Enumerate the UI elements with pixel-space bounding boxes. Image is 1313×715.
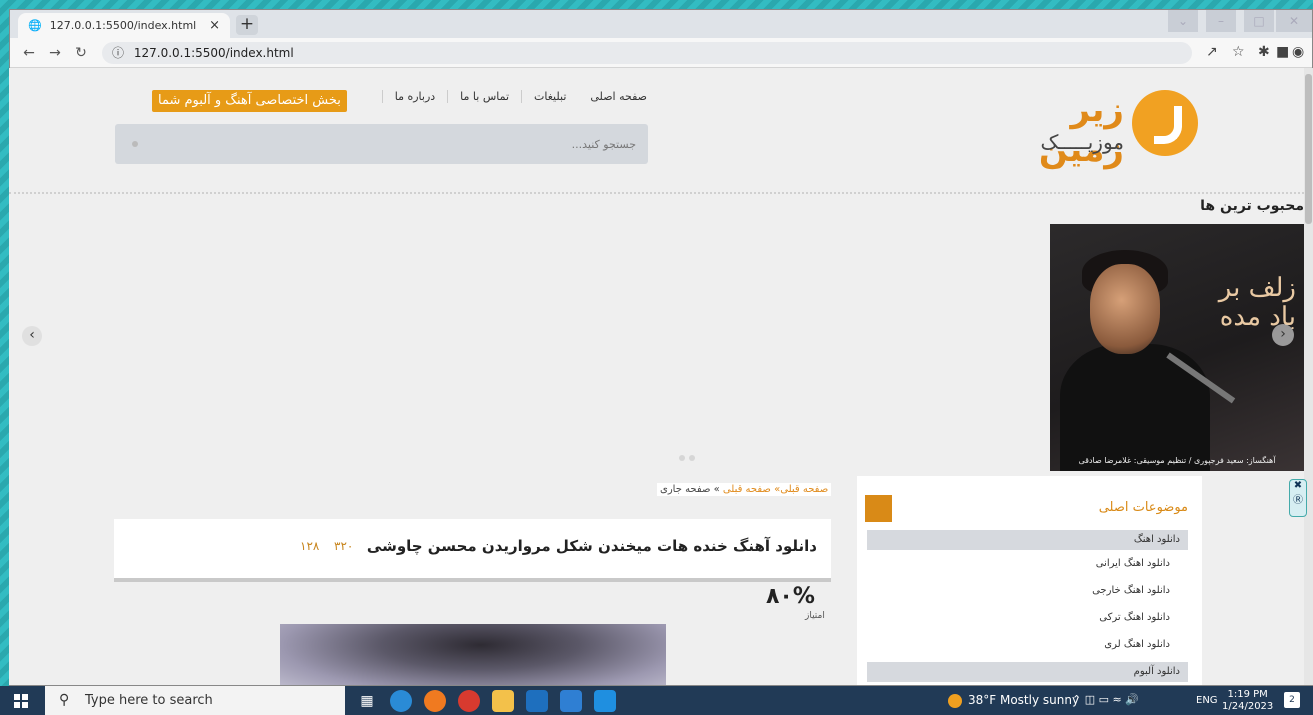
browser-tab[interactable]: 🌐 127.0.0.1:5500/index.html × [18, 13, 230, 38]
post-title[interactable]: دانلود آهنگ خنده هات میخندن شکل مرواریدن… [367, 537, 817, 555]
sidebar-title: موضوعات اصلی [1098, 500, 1188, 515]
profile-avatar-icon[interactable]: ◉ [1292, 44, 1304, 60]
file-explorer-icon[interactable] [492, 690, 514, 712]
slider-dot[interactable] [689, 455, 695, 461]
search-loading-dot [132, 141, 138, 147]
url-text: 127.0.0.1:5500/index.html [133, 46, 294, 60]
task-view-icon[interactable]: ▦ [356, 690, 378, 712]
back-arrow-icon[interactable]: ← [16, 45, 42, 61]
windows-start-icon[interactable] [14, 694, 28, 708]
maximize-button[interactable]: □ [1244, 10, 1274, 32]
breadcrumb-link-1[interactable]: صفحه قبلی» [774, 484, 828, 495]
sidebar-category[interactable]: دانلود آلبوم [867, 662, 1188, 682]
album-caption: آهنگساز: سعید فرجپوری / تنظیم موسیقی: غل… [1078, 456, 1276, 465]
notification-icon[interactable]: 2 [1284, 692, 1300, 708]
sidebar-category[interactable]: دانلود اهنگ [867, 530, 1188, 550]
clock[interactable]: 1:19 PM 1/24/2023 [1222, 689, 1273, 713]
firefox-icon[interactable] [424, 690, 446, 712]
sidebar-panel-icon[interactable]: ■ [1276, 44, 1289, 60]
language-indicator[interactable]: ENG [1196, 695, 1218, 706]
chrome-icon[interactable] [458, 690, 480, 712]
post-views: ۳۲۰ [334, 539, 354, 553]
sidebar-item[interactable]: دانلود اهنگ ایرانی [1096, 558, 1170, 569]
taskbar-search-placeholder: Type here to search [85, 693, 213, 708]
title-bar: 🌐 127.0.0.1:5500/index.html × + ⌄ – □ ✕ [10, 10, 1312, 38]
categories-sidebar: موضوعات اصلی دانلود اهنگ دانلود اهنگ ایر… [857, 476, 1202, 685]
reload-icon[interactable]: ↻ [68, 45, 94, 61]
store-icon[interactable] [526, 690, 548, 712]
post-cover-image[interactable] [280, 624, 666, 685]
minimize-button[interactable]: – [1206, 10, 1236, 32]
bookmark-star-icon[interactable]: ☆ [1232, 44, 1245, 60]
sidebar-accent-square [865, 495, 892, 522]
breadcrumb-link-2[interactable]: صفحه قبلی [723, 484, 771, 495]
weather-text: 38°F Mostly sunny [968, 693, 1080, 707]
clock-date: 1/24/2023 [1222, 701, 1274, 712]
weather-widget[interactable]: 38°F Mostly sunny [948, 693, 1079, 708]
breadcrumb: صفحه قبلی» صفحه قبلی » صفحه جاری [657, 483, 832, 496]
sun-icon [948, 693, 962, 708]
vscode-icon[interactable] [594, 690, 616, 712]
site-header: زیر زمین موزیـــــک صفحه اصلی تبلیغات تم… [9, 68, 1304, 194]
menu-kebab-icon[interactable]: ⋮ [1308, 44, 1313, 60]
post-comments: ۱۲۸ [300, 539, 320, 553]
featured-section-title: محبوب ترین ها [1200, 198, 1304, 214]
breadcrumb-current: » صفحه جاری [660, 484, 720, 495]
web-page: زیر زمین موزیـــــک صفحه اصلی تبلیغات تم… [9, 68, 1304, 685]
upload-cta-button[interactable]: بخش اختصاصی آهنگ و آلبوم شما [152, 90, 347, 112]
mail-icon[interactable] [560, 690, 582, 712]
search-icon: ⚲ [59, 692, 70, 708]
edge-icon[interactable] [390, 690, 412, 712]
taskbar-search[interactable]: ⚲ Type here to search [45, 686, 345, 715]
url-input[interactable]: ⓘ 127.0.0.1:5500/index.html [102, 42, 1192, 64]
extension-badge-icon[interactable]: ✖ Ⓡ [1289, 479, 1307, 517]
singer-face [1090, 264, 1160, 354]
address-bar-row: ← → ↻ ⓘ 127.0.0.1:5500/index.html ↗ ☆ ✱ … [10, 38, 1313, 68]
globe-icon: 🌐 [28, 19, 42, 32]
tab-title: 127.0.0.1:5500/index.html [49, 19, 197, 32]
taskbar: ⚲ Type here to search ▦ 38°F Mostly sunn… [0, 686, 1313, 715]
clock-time: 1:19 PM [1227, 689, 1268, 700]
tab-close-button[interactable]: × [209, 18, 220, 33]
extensions-puzzle-icon[interactable]: ✱ [1258, 44, 1270, 60]
new-tab-button[interactable]: + [236, 15, 258, 35]
sidebar-item[interactable]: دانلود اهنگ ترکی [1099, 612, 1170, 623]
nav-contact[interactable]: تماس با ما [447, 90, 521, 103]
sidebar-item[interactable]: دانلود اهنگ خارجی [1092, 585, 1170, 596]
post-card[interactable]: دانلود آهنگ خنده هات میخندن شکل مرواریدن… [114, 519, 831, 582]
singer-body [1060, 344, 1210, 471]
post-rating-label: امتیاز [805, 611, 825, 621]
search-input[interactable] [115, 124, 648, 164]
slider-prev-icon[interactable]: ‹ [22, 326, 42, 346]
close-window-button[interactable]: ✕ [1276, 10, 1312, 32]
tab-search-button[interactable]: ⌄ [1168, 10, 1198, 32]
info-icon[interactable]: ⓘ [112, 46, 124, 60]
site-logo-subtitle: موزیـــــک [1040, 130, 1124, 154]
forward-arrow-icon[interactable]: → [42, 45, 68, 61]
system-tray[interactable]: ⌃ ◫ ▭ ≈ 🔊 [1072, 693, 1139, 706]
post-rating: ۸۰% [766, 584, 815, 609]
slider-dot[interactable] [679, 455, 685, 461]
album-calligraphy: زلف بر باد مده [1218, 273, 1296, 332]
nav-home[interactable]: صفحه اصلی [578, 90, 659, 103]
featured-slide-image[interactable]: زلف بر باد مده آهنگساز: سعید فرجپوری / ت… [1050, 224, 1304, 471]
share-icon[interactable]: ↗ [1206, 44, 1218, 60]
nav-ads[interactable]: تبلیغات [521, 90, 578, 103]
page-scrollbar[interactable] [1304, 68, 1313, 685]
scrollbar-thumb[interactable] [1305, 74, 1312, 224]
sidebar-item[interactable]: دانلود اهنگ لری [1104, 639, 1170, 650]
slider-next-icon[interactable]: › [1272, 324, 1294, 346]
nav-about[interactable]: درباره ما [381, 90, 447, 103]
